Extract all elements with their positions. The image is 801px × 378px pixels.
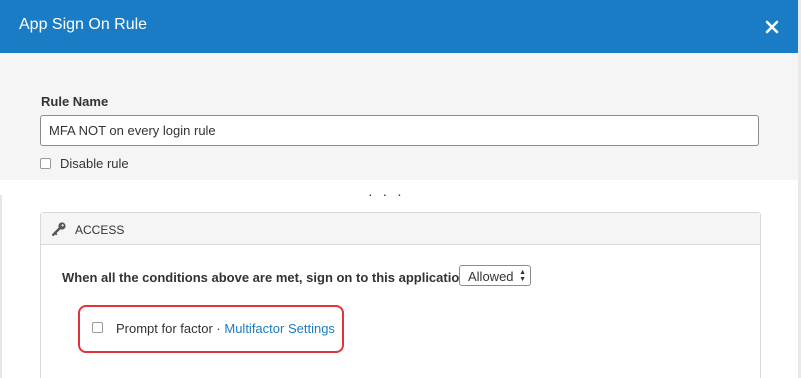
access-select[interactable]: Allowed ▲ ▼: [459, 265, 531, 286]
close-icon[interactable]: [761, 16, 783, 38]
access-select-value: Allowed: [468, 269, 514, 284]
access-panel: ACCESS When all the conditions above are…: [40, 212, 761, 378]
access-title: ACCESS: [75, 223, 125, 237]
prompt-for-factor-row: Prompt for factor · Multifactor Settings: [116, 321, 335, 336]
key-icon: [51, 221, 67, 237]
prompt-for-factor-checkbox[interactable]: [92, 322, 103, 333]
multifactor-settings-link[interactable]: Multifactor Settings: [224, 321, 335, 336]
collapsed-sections-indicator: · · ·: [368, 186, 405, 202]
access-panel-header: ACCESS: [41, 213, 760, 245]
rule-name-label: Rule Name: [41, 94, 109, 109]
page-edge: [0, 195, 2, 378]
modal-header: App Sign On Rule: [0, 0, 798, 53]
rule-name-input[interactable]: [40, 115, 759, 146]
select-arrows-icon: ▲ ▼: [519, 269, 526, 283]
disable-rule-checkbox[interactable]: [40, 158, 51, 169]
prompt-for-factor-label[interactable]: Prompt for factor: [116, 321, 213, 336]
modal-title: App Sign On Rule: [19, 16, 148, 33]
disable-rule-label[interactable]: Disable rule: [60, 156, 129, 171]
link-separator: ·: [212, 321, 225, 336]
access-condition-text: When all the conditions above are met, s…: [62, 270, 486, 285]
